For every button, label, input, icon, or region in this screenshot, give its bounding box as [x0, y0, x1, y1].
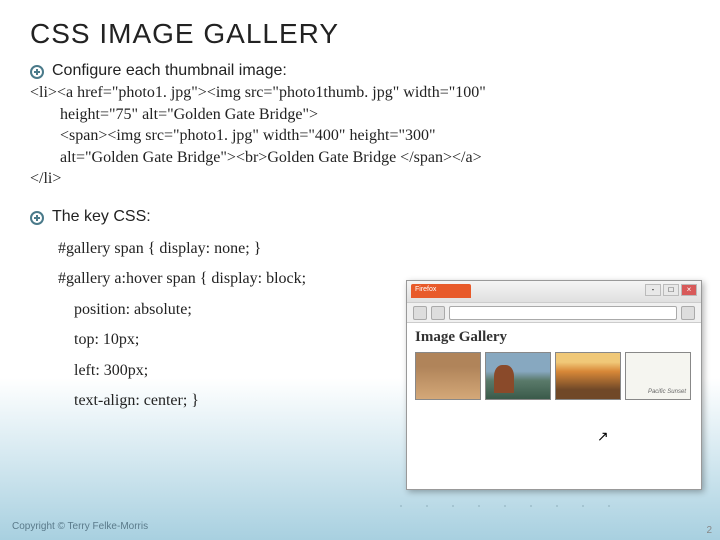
address-bar[interactable]	[449, 306, 677, 320]
plus-circle-icon	[30, 65, 44, 79]
maximize-button[interactable]: □	[663, 284, 679, 296]
bullet-2: The key CSS:	[0, 208, 720, 226]
browser-toolbar	[407, 303, 701, 323]
css-line: #gallery span { display: none; }	[30, 234, 720, 264]
cursor-icon	[597, 428, 609, 445]
browser-tab[interactable]: Firefox	[411, 284, 471, 298]
close-button[interactable]: ×	[681, 284, 697, 296]
back-button[interactable]	[413, 306, 427, 320]
thumbnail-image[interactable]	[625, 352, 691, 400]
forward-button[interactable]	[431, 306, 445, 320]
bullet-1: Configure each thumbnail image:	[0, 62, 720, 80]
browser-titlebar: Firefox - □ ×	[407, 281, 701, 303]
thumbnail-image[interactable]	[485, 352, 551, 400]
bullet-2-text: The key CSS:	[52, 208, 151, 226]
minimize-button[interactable]: -	[645, 284, 661, 296]
copyright-footer: Copyright © Terry Felke-Morris	[12, 521, 148, 532]
window-controls: - □ ×	[645, 284, 697, 296]
plus-circle-icon	[30, 211, 44, 225]
code-line: alt="Golden Gate Bridge"><br>Golden Gate…	[30, 147, 700, 169]
page-number: 2	[706, 525, 712, 536]
thumbnail-image[interactable]	[555, 352, 621, 400]
browser-window: Firefox - □ × Image Gallery	[406, 280, 702, 490]
code-line: <span><img src="photo1. jpg" width="400"…	[30, 125, 700, 147]
code-line: height="75" alt="Golden Gate Bridge">	[30, 104, 700, 126]
code-block-1: <li><a href="photo1. jpg"><img src="phot…	[0, 82, 720, 190]
search-button[interactable]	[681, 306, 695, 320]
gallery-heading: Image Gallery	[415, 329, 693, 346]
slide-title: CSS IMAGE GALLERY	[0, 0, 720, 62]
bullet-1-text: Configure each thumbnail image:	[52, 62, 287, 80]
browser-viewport: Image Gallery	[407, 323, 701, 406]
code-line: <li><a href="photo1. jpg"><img src="phot…	[30, 82, 700, 104]
code-line: </li>	[30, 168, 700, 190]
decorative-dots	[400, 496, 680, 516]
thumbnail-grid	[415, 352, 693, 400]
thumbnail-image[interactable]	[415, 352, 481, 400]
